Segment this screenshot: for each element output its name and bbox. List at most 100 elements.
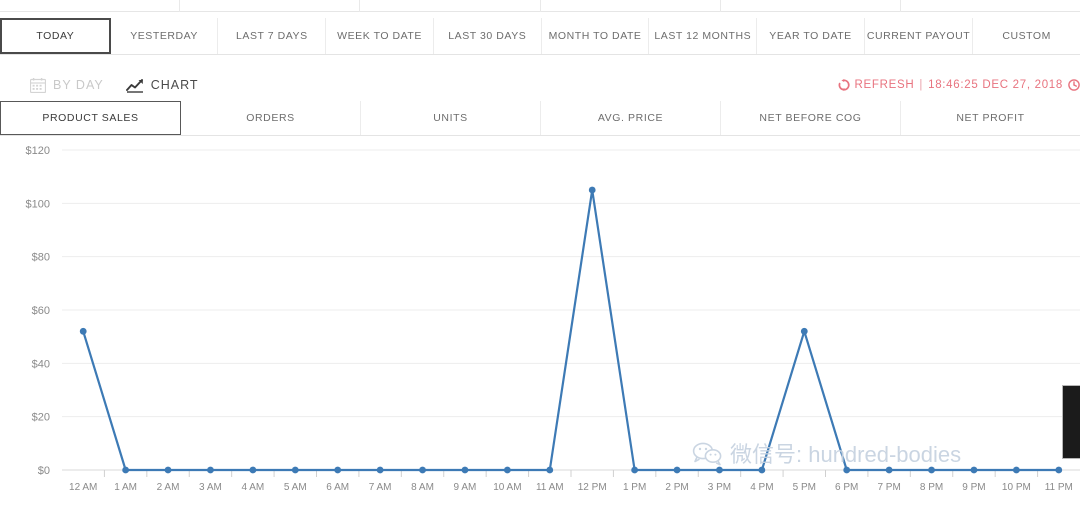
date-range-tab-bar: TODAY YESTERDAY LAST 7 DAYS WEEK TO DATE… bbox=[0, 18, 1080, 55]
range-tab-current-payout[interactable]: CURRENT PAYOUT bbox=[865, 18, 973, 54]
metric-tab-label: UNITS bbox=[433, 112, 468, 124]
refresh-icon[interactable] bbox=[838, 79, 850, 91]
y-axis-tick-label: $60 bbox=[32, 305, 50, 317]
metric-tab-units[interactable]: UNITS bbox=[361, 101, 541, 135]
chart-data-point[interactable] bbox=[758, 467, 765, 474]
metric-tab-label: AVG. PRICE bbox=[598, 112, 663, 124]
x-axis-tick-label: 10 AM bbox=[493, 482, 521, 493]
x-axis-tick-label: 6 AM bbox=[326, 482, 349, 493]
metric-tab-product-sales[interactable]: PRODUCT SALES bbox=[0, 101, 181, 135]
chart-data-point[interactable] bbox=[928, 467, 935, 474]
chart-data-point[interactable] bbox=[504, 467, 511, 474]
range-tab-label: LAST 30 DAYS bbox=[448, 30, 526, 42]
x-axis-tick-label: 9 PM bbox=[962, 482, 985, 493]
chart-y-axis-labels: $0 $20 $40 $60 $80 $100 $120 bbox=[26, 145, 50, 477]
chart-data-point[interactable] bbox=[165, 467, 172, 474]
refresh-separator: | bbox=[919, 79, 923, 91]
range-tab-year-to-date[interactable]: YEAR TO DATE bbox=[757, 18, 865, 54]
x-axis-tick-label: 11 AM bbox=[536, 482, 564, 493]
metric-tab-bar: PRODUCT SALES ORDERS UNITS AVG. PRICE NE… bbox=[0, 101, 1080, 136]
calendar-icon bbox=[30, 78, 46, 93]
line-chart-icon bbox=[126, 78, 144, 93]
chart-data-point[interactable] bbox=[207, 467, 214, 474]
x-axis-tick-label: 12 AM bbox=[69, 482, 97, 493]
metric-tab-net-before-cog[interactable]: NET BEFORE COG bbox=[721, 101, 901, 135]
metric-tab-orders[interactable]: ORDERS bbox=[181, 101, 361, 135]
refresh-timestamp: 18:46:25 DEC 27, 2018 bbox=[928, 79, 1063, 91]
y-axis-tick-label: $100 bbox=[26, 198, 50, 210]
range-tab-last-12-months[interactable]: LAST 12 MONTHS bbox=[649, 18, 757, 54]
chart-canvas[interactable]: $0 $20 $40 $60 $80 $100 $120 12 AM 1 AM 2 AM 3 AM… bbox=[0, 136, 1080, 511]
x-axis-tick-label: 9 AM bbox=[454, 482, 477, 493]
chart-data-point[interactable] bbox=[377, 467, 384, 474]
chart-data-point[interactable] bbox=[292, 467, 299, 474]
chart-data-point[interactable] bbox=[80, 328, 87, 335]
chart-data-point[interactable] bbox=[971, 467, 978, 474]
chart-data-point[interactable] bbox=[886, 467, 893, 474]
chart-label: CHART bbox=[151, 78, 199, 92]
y-axis-tick-label: $80 bbox=[32, 252, 50, 264]
range-tab-label: WEEK TO DATE bbox=[337, 30, 422, 42]
chart-series-line bbox=[83, 190, 1059, 470]
range-tab-label: YEAR TO DATE bbox=[769, 30, 851, 42]
range-tab-week-to-date[interactable]: WEEK TO DATE bbox=[326, 18, 434, 54]
chart-data-point[interactable] bbox=[249, 467, 256, 474]
metric-tab-label: NET PROFIT bbox=[956, 112, 1024, 124]
clipped-top-row bbox=[0, 0, 1080, 12]
clipped-cell bbox=[0, 0, 180, 12]
range-tab-month-to-date[interactable]: MONTH TO DATE bbox=[542, 18, 650, 54]
chart-gridlines bbox=[62, 150, 1080, 470]
chart-tooltip-clipped bbox=[1062, 385, 1080, 459]
range-tab-last-7-days[interactable]: LAST 7 DAYS bbox=[218, 18, 326, 54]
x-axis-tick-label: 7 AM bbox=[369, 482, 392, 493]
chart-data-point[interactable] bbox=[334, 467, 341, 474]
clipped-cell bbox=[180, 0, 360, 12]
metric-tab-net-profit[interactable]: NET PROFIT bbox=[901, 101, 1080, 135]
range-tab-today[interactable]: TODAY bbox=[0, 18, 111, 54]
metric-tab-avg-price[interactable]: AVG. PRICE bbox=[541, 101, 721, 135]
clipped-cell bbox=[541, 0, 721, 12]
x-axis-tick-label: 10 PM bbox=[1002, 482, 1031, 493]
y-axis-tick-label: $20 bbox=[32, 412, 50, 424]
chart-data-point[interactable] bbox=[801, 328, 808, 335]
chart-toolbar: BY DAY CHART bbox=[0, 70, 1080, 100]
range-tab-yesterday[interactable]: YESTERDAY bbox=[111, 18, 219, 54]
refresh-label[interactable]: REFRESH bbox=[855, 79, 915, 91]
refresh-status-block[interactable]: REFRESH | 18:46:25 DEC 27, 2018 bbox=[838, 79, 1080, 91]
clipped-cell bbox=[901, 0, 1080, 12]
x-axis-tick-label: 11 PM bbox=[1045, 482, 1073, 493]
x-axis-tick-label: 3 AM bbox=[199, 482, 222, 493]
chart-data-point[interactable] bbox=[631, 467, 638, 474]
chart-data-point[interactable] bbox=[843, 467, 850, 474]
chart-data-point[interactable] bbox=[1055, 467, 1062, 474]
range-tab-label: LAST 12 MONTHS bbox=[654, 30, 751, 42]
range-tab-last-30-days[interactable]: LAST 30 DAYS bbox=[434, 18, 542, 54]
range-tab-label: YESTERDAY bbox=[130, 30, 198, 42]
chart-data-point[interactable] bbox=[546, 467, 553, 474]
range-tab-label: CURRENT PAYOUT bbox=[867, 30, 970, 42]
by-day-toggle[interactable]: BY DAY bbox=[30, 78, 104, 93]
chart-data-point[interactable] bbox=[674, 467, 681, 474]
sales-line-chart[interactable]: $0 $20 $40 $60 $80 $100 $120 12 AM 1 AM 2 AM 3 AM… bbox=[0, 136, 1080, 511]
chart-data-point[interactable] bbox=[419, 467, 426, 474]
x-axis-tick-label: 4 AM bbox=[241, 482, 264, 493]
metric-tab-label: NET BEFORE COG bbox=[759, 112, 861, 124]
x-axis-tick-label: 2 AM bbox=[157, 482, 180, 493]
chart-toggle[interactable]: CHART bbox=[126, 78, 199, 93]
x-axis-tick-label: 5 PM bbox=[793, 482, 816, 493]
x-axis-tick-label: 7 PM bbox=[877, 482, 900, 493]
x-axis-tick-label: 1 AM bbox=[114, 482, 137, 493]
y-axis-tick-label: $0 bbox=[38, 465, 50, 477]
chart-data-point[interactable] bbox=[716, 467, 723, 474]
chart-data-point[interactable] bbox=[122, 467, 129, 474]
chart-data-point[interactable] bbox=[589, 187, 596, 194]
metric-tab-label: ORDERS bbox=[246, 112, 295, 124]
y-axis-tick-label: $40 bbox=[32, 358, 50, 370]
x-axis-tick-label: 8 PM bbox=[920, 482, 943, 493]
x-axis-tick-label: 1 PM bbox=[623, 482, 646, 493]
y-axis-tick-label: $120 bbox=[26, 145, 50, 157]
range-tab-custom[interactable]: CUSTOM bbox=[973, 18, 1080, 54]
clipped-cell bbox=[721, 0, 901, 12]
chart-data-point[interactable] bbox=[462, 467, 469, 474]
chart-data-point[interactable] bbox=[1013, 467, 1020, 474]
